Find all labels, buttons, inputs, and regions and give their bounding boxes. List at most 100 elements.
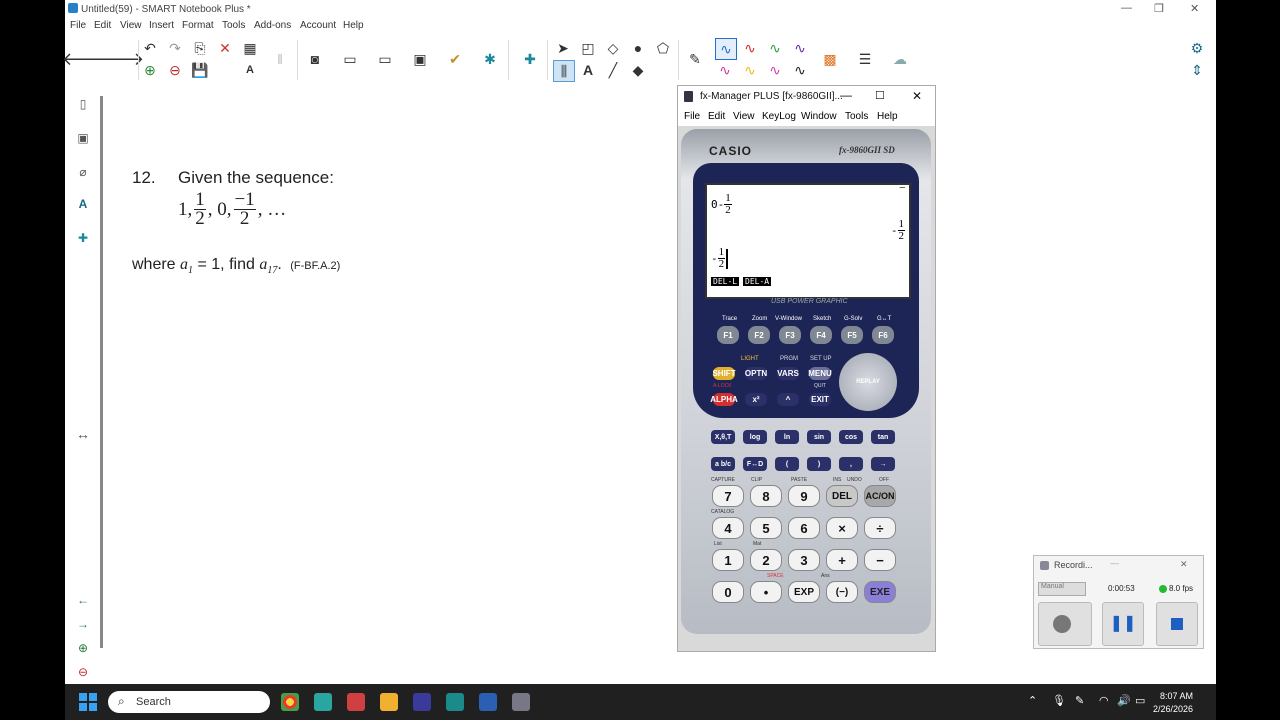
undo-button[interactable]: ↶ (140, 38, 160, 58)
toolbar-position-icon[interactable]: ⇕ (1187, 60, 1207, 80)
f3-key[interactable]: F3 (779, 326, 801, 344)
exit-key[interactable]: EXIT (809, 393, 831, 406)
notebook-app-icon[interactable] (314, 693, 332, 711)
paste-button[interactable]: ⎘ (190, 38, 210, 58)
line-tool[interactable]: ╱ (603, 60, 623, 80)
divide-key[interactable]: ÷ (864, 517, 896, 539)
menu-account[interactable]: Account (300, 20, 336, 31)
color-palette-icon[interactable]: ▩ (820, 49, 840, 69)
screen-shade-icon[interactable]: ▭ (375, 49, 395, 69)
previous-page-button[interactable]: 🡐 (62, 49, 110, 69)
prev-page-icon[interactable]: ← (75, 592, 91, 608)
clear-ink-button[interactable]: ǁ (270, 49, 290, 69)
fx-menu-tools[interactable]: Tools (845, 111, 868, 122)
shape-tool[interactable]: ◰ (578, 38, 598, 58)
alpha-key[interactable]: ALPHA (710, 393, 738, 406)
chrome-icon[interactable] (281, 693, 299, 711)
delete-page-icon[interactable]: ⊖ (75, 664, 91, 680)
negative-key[interactable]: (−) (826, 581, 858, 603)
plus-key[interactable]: + (826, 549, 858, 571)
next-page-icon[interactable]: → (75, 616, 91, 632)
ln-key[interactable]: ln (775, 430, 799, 444)
select-tool[interactable]: ➤ (553, 38, 573, 58)
open-paren-key[interactable]: ( (775, 457, 799, 471)
fx-minimize-button[interactable]: — (840, 88, 852, 102)
redo-button[interactable]: ↷ (165, 38, 185, 58)
snipping-tool-icon[interactable] (347, 693, 365, 711)
tag-icon[interactable]: ▭ (340, 49, 360, 69)
next-page-button[interactable]: 🡒 (96, 49, 144, 69)
tan-key[interactable]: tan (871, 430, 895, 444)
cos-key[interactable]: cos (839, 430, 863, 444)
fx-maximize-button[interactable]: ☐ (875, 89, 885, 102)
menu-tools[interactable]: Tools (222, 20, 245, 31)
menu-insert[interactable]: Insert (149, 20, 174, 31)
properties-tool[interactable]: ⫼ (553, 60, 575, 82)
add-page-button[interactable]: ⊕ (140, 60, 160, 80)
store-key[interactable]: → (871, 457, 895, 471)
maximize-button[interactable]: ❐ (1154, 2, 1164, 15)
pause-button[interactable]: ❚❚ (1102, 602, 1144, 646)
eraser-tool[interactable]: ◆ (628, 60, 648, 80)
battery-icon[interactable]: ▭ (1135, 694, 1145, 707)
delete-page-button[interactable]: ⊖ (165, 60, 185, 80)
text-format-button[interactable]: A (240, 60, 260, 80)
menu-format[interactable]: Format (182, 20, 214, 31)
f4-key[interactable]: F4 (810, 326, 832, 344)
pen-menu-icon[interactable]: ✎ (1075, 694, 1084, 707)
pen-icon[interactable]: ✎ (685, 49, 705, 69)
pen-blue[interactable]: ∿ (715, 38, 737, 60)
square-key[interactable]: x² (745, 393, 767, 406)
fill-tool[interactable]: ● (628, 38, 648, 58)
addons-panel-icon[interactable]: ✚ (75, 230, 91, 246)
line-style-icon[interactable]: ☰ (855, 49, 875, 69)
vars-key[interactable]: VARS (777, 367, 799, 380)
lesson-activity-icon[interactable]: ✱ (480, 49, 500, 69)
fx-menu-view[interactable]: View (733, 111, 755, 122)
record-button[interactable] (1038, 602, 1092, 646)
fd-key[interactable]: F↔D (743, 457, 767, 471)
shift-key[interactable]: SHIFT (712, 367, 736, 380)
recorder-source-select[interactable]: Manual (1038, 582, 1086, 596)
power-key[interactable]: ^ (777, 393, 799, 406)
comma-key[interactable]: , (839, 457, 863, 471)
f2-key[interactable]: F2 (748, 326, 770, 344)
smart-notebook-taskbar-icon[interactable] (446, 693, 464, 711)
pen-magenta[interactable]: ∿ (715, 60, 735, 80)
pen-yellow[interactable]: ∿ (740, 60, 760, 80)
gallery-icon[interactable]: ▣ (75, 130, 91, 146)
document-camera-icon[interactable]: ▣ (410, 49, 430, 69)
addons-icon[interactable]: ✚ (520, 49, 540, 69)
delete-button[interactable]: ✕ (215, 38, 235, 58)
settings-icon[interactable]: ⚙ (1187, 38, 1207, 58)
key-8[interactable]: 8 (750, 485, 782, 507)
magic-pen-tool[interactable]: ⬠ (653, 38, 673, 58)
add-page-icon[interactable]: ⊕ (75, 640, 91, 656)
f5-key[interactable]: F5 (841, 326, 863, 344)
start-button[interactable] (79, 693, 97, 711)
pen-purple[interactable]: ∿ (790, 38, 810, 58)
key-5[interactable]: 5 (750, 517, 782, 539)
fx-manager-taskbar-icon[interactable] (413, 693, 431, 711)
show-hidden-icons-icon[interactable]: ⌃ (1028, 694, 1037, 707)
fx-menu-help[interactable]: Help (877, 111, 898, 122)
shapes-tool[interactable]: ◇ (603, 38, 623, 58)
fx-menu-keylog[interactable]: KeyLog (762, 111, 796, 122)
camera-icon[interactable]: ◙ (305, 49, 325, 69)
menu-view[interactable]: View (120, 20, 142, 31)
insert-table-button[interactable]: ▦ (240, 38, 260, 58)
sin-key[interactable]: sin (807, 430, 831, 444)
recorder-minimize-button[interactable]: — (1110, 558, 1119, 568)
menu-file[interactable]: File (70, 20, 86, 31)
close-button[interactable]: ✕ (1190, 2, 1199, 15)
exe-key[interactable]: EXE (864, 581, 896, 603)
wifi-icon[interactable]: ◠ (1099, 694, 1109, 707)
system-clock[interactable]: 8:07 AM 2/26/2026 (1153, 690, 1193, 716)
optn-key[interactable]: OPTN (745, 367, 767, 380)
microphone-icon[interactable]: 🎙 (1052, 694, 1066, 707)
f1-key[interactable]: F1 (717, 326, 739, 344)
close-paren-key[interactable]: ) (807, 457, 831, 471)
multiply-key[interactable]: × (826, 517, 858, 539)
replay-dpad[interactable]: REPLAY (839, 353, 897, 411)
fx-menu-edit[interactable]: Edit (708, 111, 725, 122)
